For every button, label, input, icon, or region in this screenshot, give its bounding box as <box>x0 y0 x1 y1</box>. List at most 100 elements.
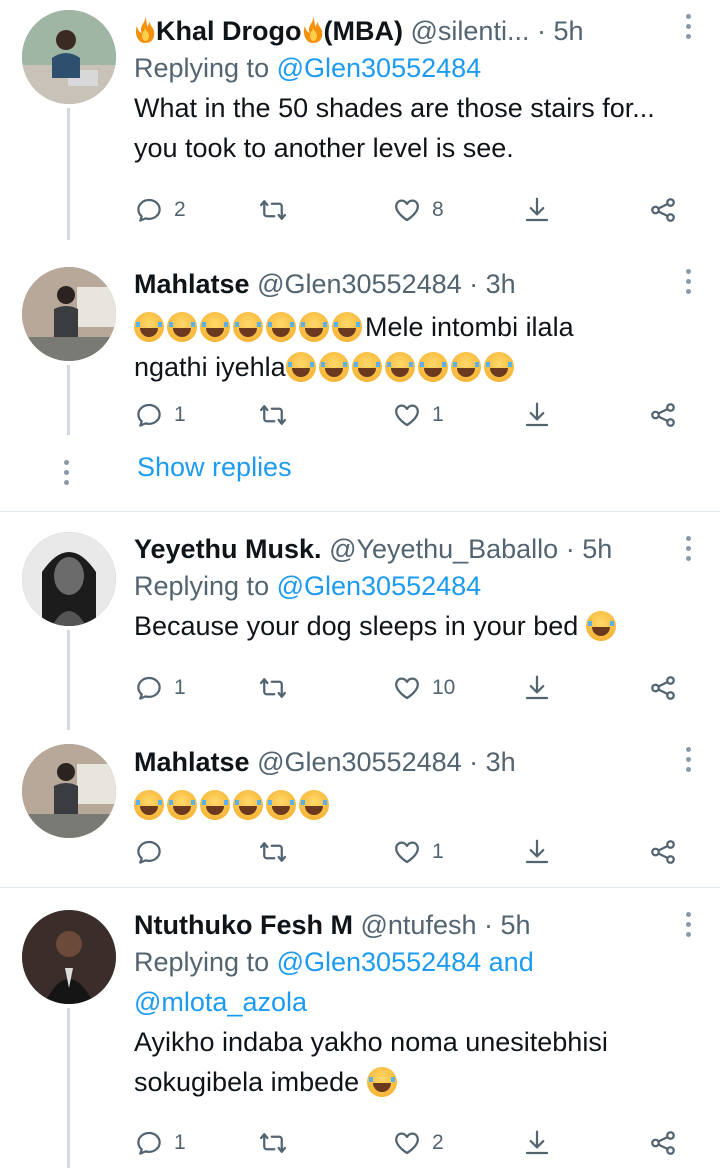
heart-icon <box>392 195 422 225</box>
reply-button[interactable]: 1 <box>134 1126 186 1160</box>
avatar[interactable] <box>22 532 116 626</box>
timestamp[interactable]: · 3h <box>469 269 516 299</box>
timestamp[interactable]: · 5h <box>566 534 613 564</box>
user-name[interactable]: Mahlatse <box>134 269 250 299</box>
avatar[interactable] <box>22 10 116 104</box>
download-button[interactable] <box>522 193 552 227</box>
download-icon <box>522 195 552 225</box>
download-button[interactable] <box>522 671 552 705</box>
crying-emoji-icon <box>585 611 616 641</box>
like-button[interactable]: 1 <box>392 398 444 432</box>
fire-emoji-icon <box>134 16 156 44</box>
avatar[interactable] <box>22 910 116 1004</box>
like-button[interactable]: 8 <box>392 193 444 227</box>
user-name-suffix[interactable]: (MBA) <box>324 16 403 46</box>
laughing-emoji-icon <box>332 312 362 342</box>
laughing-emoji-icon <box>134 790 164 820</box>
heart-icon <box>392 400 422 430</box>
share-icon <box>648 195 678 225</box>
reply-count: 2 <box>174 198 186 221</box>
reply-icon <box>134 837 164 867</box>
laughing-emoji-icon <box>134 312 164 342</box>
like-button[interactable]: 10 <box>392 671 455 705</box>
user-name[interactable]: Ntuthuko Fesh M <box>134 910 353 940</box>
user-name[interactable]: Mahlatse <box>134 747 250 777</box>
more-options-icon[interactable] <box>686 912 692 942</box>
reply-button[interactable]: 2 <box>134 193 186 227</box>
user-name[interactable]: Yeyethu Musk. <box>134 534 322 564</box>
timestamp[interactable]: · 5h <box>537 16 584 46</box>
download-icon <box>522 837 552 867</box>
replying-to: Replying to @Glen30552484 <box>134 571 482 601</box>
reply-button[interactable] <box>134 835 164 869</box>
more-options-icon[interactable] <box>686 14 692 44</box>
thread-ellipsis-icon <box>64 460 70 490</box>
retweet-button[interactable] <box>258 398 288 432</box>
laughing-emoji-icon <box>366 1067 397 1097</box>
download-icon <box>522 400 552 430</box>
tweet-3[interactable]: Yeyethu Musk. @Yeyethu_Baballo · 5h Repl… <box>0 512 720 737</box>
reply-icon <box>134 673 164 703</box>
reply-button[interactable]: 1 <box>134 671 186 705</box>
share-button[interactable] <box>648 671 678 705</box>
timestamp[interactable]: · 5h <box>484 910 531 940</box>
retweet-icon <box>258 1128 288 1158</box>
user-handle[interactable]: @Glen30552484 <box>257 747 462 777</box>
retweet-button[interactable] <box>258 835 288 869</box>
retweet-button[interactable] <box>258 193 288 227</box>
laughing-emoji-icon <box>200 312 230 342</box>
heart-icon <box>392 673 422 703</box>
like-count: 1 <box>432 840 444 863</box>
share-button[interactable] <box>648 193 678 227</box>
like-button[interactable]: 2 <box>392 1126 444 1160</box>
share-button[interactable] <box>648 835 678 869</box>
download-button[interactable] <box>522 1126 552 1160</box>
laughing-emoji-icon <box>266 790 296 820</box>
heart-icon <box>392 1128 422 1158</box>
like-button[interactable]: 1 <box>392 835 444 869</box>
fire-emoji-icon <box>302 16 324 44</box>
share-button[interactable] <box>648 1126 678 1160</box>
replying-to: Replying to @Glen30552484 and @mlota_azo… <box>134 947 534 1017</box>
retweet-icon <box>258 837 288 867</box>
retweet-button[interactable] <box>258 671 288 705</box>
laughing-emoji-icon <box>233 790 263 820</box>
laughing-emoji-icon <box>285 352 316 382</box>
avatar[interactable] <box>22 267 116 361</box>
mention-link[interactable]: @Glen30552484 <box>277 53 482 83</box>
retweet-icon <box>258 400 288 430</box>
tweet-1[interactable]: Khal Drogo (MBA) @silenti... · 5h Replyin… <box>0 0 720 255</box>
user-handle[interactable]: @Glen30552484 <box>257 269 462 299</box>
tweet-4[interactable]: Mahlatse @Glen30552484 · 3h 1 <box>0 737 720 887</box>
replying-to: Replying to @Glen30552484 <box>134 53 482 83</box>
tweet-2[interactable]: Mahlatse @Glen30552484 · 3h Mele intombi… <box>0 255 720 510</box>
retweet-button[interactable] <box>258 1126 288 1160</box>
user-handle[interactable]: @ntufesh <box>361 910 477 940</box>
tweet-5[interactable]: Ntuthuko Fesh M @ntufesh · 5h Replying t… <box>0 888 720 1168</box>
like-count: 8 <box>432 198 444 221</box>
share-icon <box>648 1128 678 1158</box>
download-icon <box>522 1128 552 1158</box>
retweet-icon <box>258 195 288 225</box>
more-options-icon[interactable] <box>686 747 692 777</box>
user-name[interactable]: Khal Drogo <box>156 16 302 46</box>
share-button[interactable] <box>648 398 678 432</box>
laughing-emoji-icon <box>450 352 481 382</box>
more-options-icon[interactable] <box>686 269 692 299</box>
user-handle[interactable]: @Yeyethu_Baballo <box>329 534 558 564</box>
show-replies-link[interactable]: Show replies <box>137 452 292 483</box>
more-options-icon[interactable] <box>686 536 692 566</box>
laughing-emoji-icon <box>200 790 230 820</box>
mention-link[interactable]: @Glen30552484 <box>277 571 482 601</box>
reply-count: 1 <box>174 676 186 699</box>
laughing-emoji-icon <box>417 352 448 382</box>
user-handle[interactable]: @silenti... <box>411 16 530 46</box>
like-count: 10 <box>432 676 456 699</box>
share-icon <box>648 400 678 430</box>
timestamp[interactable]: · 3h <box>469 747 516 777</box>
reply-button[interactable]: 1 <box>134 398 186 432</box>
download-button[interactable] <box>522 398 552 432</box>
download-button[interactable] <box>522 835 552 869</box>
reply-icon <box>134 1128 164 1158</box>
avatar[interactable] <box>22 744 116 838</box>
